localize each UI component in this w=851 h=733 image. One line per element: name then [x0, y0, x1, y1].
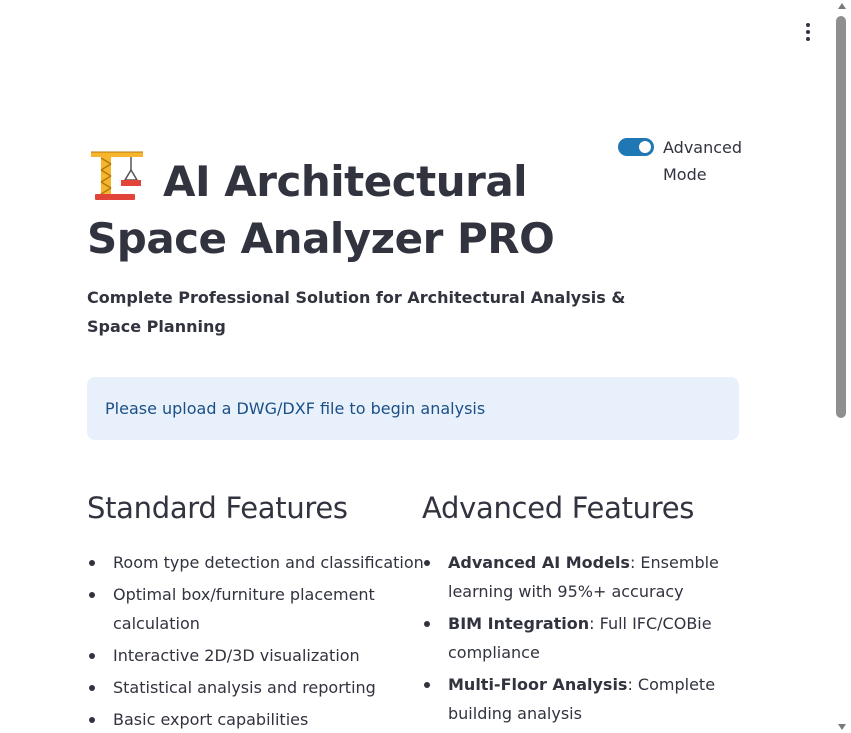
- standard-features-list: Room type detection and classification O…: [87, 548, 424, 733]
- list-item: Statistical analysis and reporting: [87, 673, 417, 702]
- info-alert: Please upload a DWG/DXF file to begin an…: [87, 377, 739, 440]
- list-item: Room type detection and classification: [87, 548, 424, 577]
- list-item: Interactive 2D/3D visualization: [87, 641, 417, 670]
- toggle-knob: [639, 141, 651, 153]
- list-item: Multi-Floor Analysis: Complete building …: [422, 670, 722, 728]
- list-item: Optimal box/furniture placement calculat…: [87, 580, 387, 638]
- scroll-down-arrow-icon[interactable]: [838, 724, 846, 730]
- list-item: BIM Integration: Full IFC/COBie complian…: [422, 609, 722, 667]
- vertical-ellipsis-icon: [806, 23, 810, 27]
- advanced-mode-label: Advanced Mode: [663, 138, 743, 184]
- page-subtitle: Complete Professional Solution for Archi…: [87, 288, 626, 336]
- toggle-switch[interactable]: [618, 138, 654, 156]
- page-scrollbar[interactable]: [833, 0, 851, 733]
- advanced-features-heading: Advanced Features: [422, 491, 695, 525]
- page-title: AI Architectural Space Analyzer PRO: [87, 150, 607, 267]
- building-construction-crane-icon: [91, 151, 143, 200]
- advanced-features-section: Advanced Features Advanced AI Models: En…: [422, 488, 722, 731]
- list-item: Basic export capabilities: [87, 705, 417, 733]
- advanced-features-list: Advanced AI Models: Ensemble learning wi…: [422, 548, 722, 728]
- scroll-thumb[interactable]: [836, 16, 846, 418]
- scroll-up-arrow-icon[interactable]: [838, 3, 846, 9]
- standard-features-heading: Standard Features: [87, 491, 348, 525]
- advanced-mode-toggle[interactable]: Advanced Mode: [618, 134, 753, 188]
- list-item: Advanced AI Models: Ensemble learning wi…: [422, 548, 722, 606]
- page-title-text: AI Architectural Space Analyzer PRO: [87, 157, 555, 263]
- info-alert-text: Please upload a DWG/DXF file to begin an…: [105, 399, 486, 418]
- main-menu-button[interactable]: [798, 20, 818, 44]
- standard-features-section: Standard Features Room type detection an…: [87, 488, 424, 733]
